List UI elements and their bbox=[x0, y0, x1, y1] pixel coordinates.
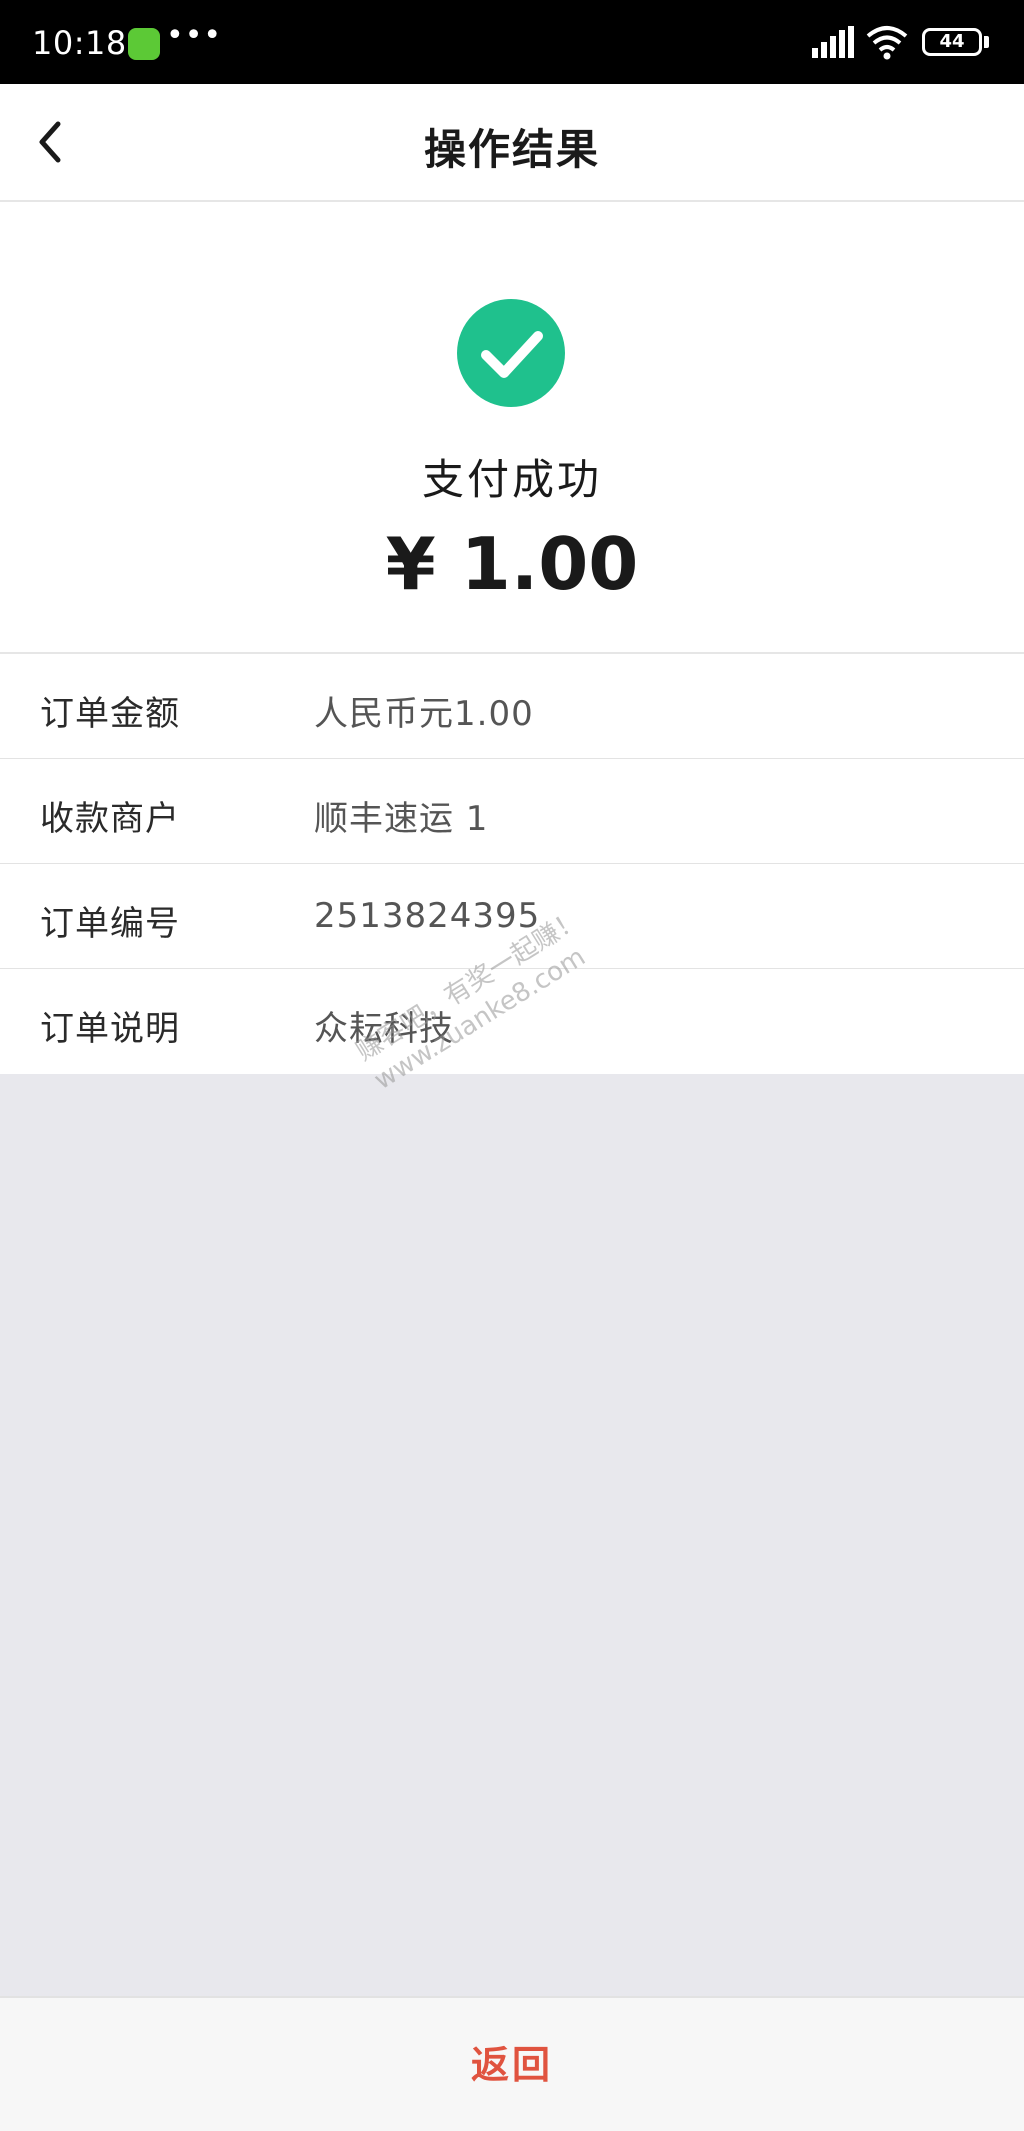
detail-row-merchant: 收款商户 顺丰速运 1 bbox=[0, 759, 1024, 864]
page-title: 操作结果 bbox=[423, 125, 600, 174]
status-time: 10:18 bbox=[32, 24, 127, 62]
payment-status: 支付成功 bbox=[421, 455, 602, 504]
detail-row-order-number: 订单编号 2513824395 bbox=[0, 864, 1024, 969]
result-panel: 支付成功 ¥ 1.00 bbox=[0, 202, 1024, 652]
detail-row-order-amount: 订单金额 人民币元1.00 bbox=[0, 654, 1024, 759]
detail-value: 2513824395 bbox=[314, 896, 541, 936]
status-bar: 10:18 ••• 44 bbox=[0, 0, 1024, 84]
detail-value: 人民币元1.00 bbox=[314, 694, 534, 734]
battery-icon: 44 bbox=[922, 28, 982, 56]
detail-value: 顺丰速运 1 bbox=[314, 799, 489, 839]
signal-icon bbox=[812, 26, 854, 58]
battery-tip bbox=[984, 36, 989, 48]
detail-row-order-description: 订单说明 众耘科技 bbox=[0, 969, 1024, 1074]
detail-label: 订单编号 bbox=[40, 904, 180, 944]
return-button[interactable]: 返回 bbox=[0, 2034, 1024, 2089]
app-notification-icon bbox=[128, 28, 160, 60]
order-details: 订单金额 人民币元1.00 收款商户 顺丰速运 1 订单编号 251382439… bbox=[0, 652, 1024, 1074]
detail-label: 订单金额 bbox=[40, 694, 180, 734]
bottom-bar: 返回 bbox=[0, 1996, 1024, 2131]
detail-label: 订单说明 bbox=[40, 1009, 180, 1049]
detail-value: 众耘科技 bbox=[314, 1009, 454, 1049]
more-notifications-icon: ••• bbox=[166, 18, 223, 53]
detail-label: 收款商户 bbox=[40, 799, 180, 839]
check-circle-icon bbox=[457, 299, 565, 407]
nav-bar: 操作结果 bbox=[0, 84, 1024, 202]
wifi-icon bbox=[866, 26, 908, 60]
payment-amount: ¥ 1.00 bbox=[385, 522, 639, 606]
